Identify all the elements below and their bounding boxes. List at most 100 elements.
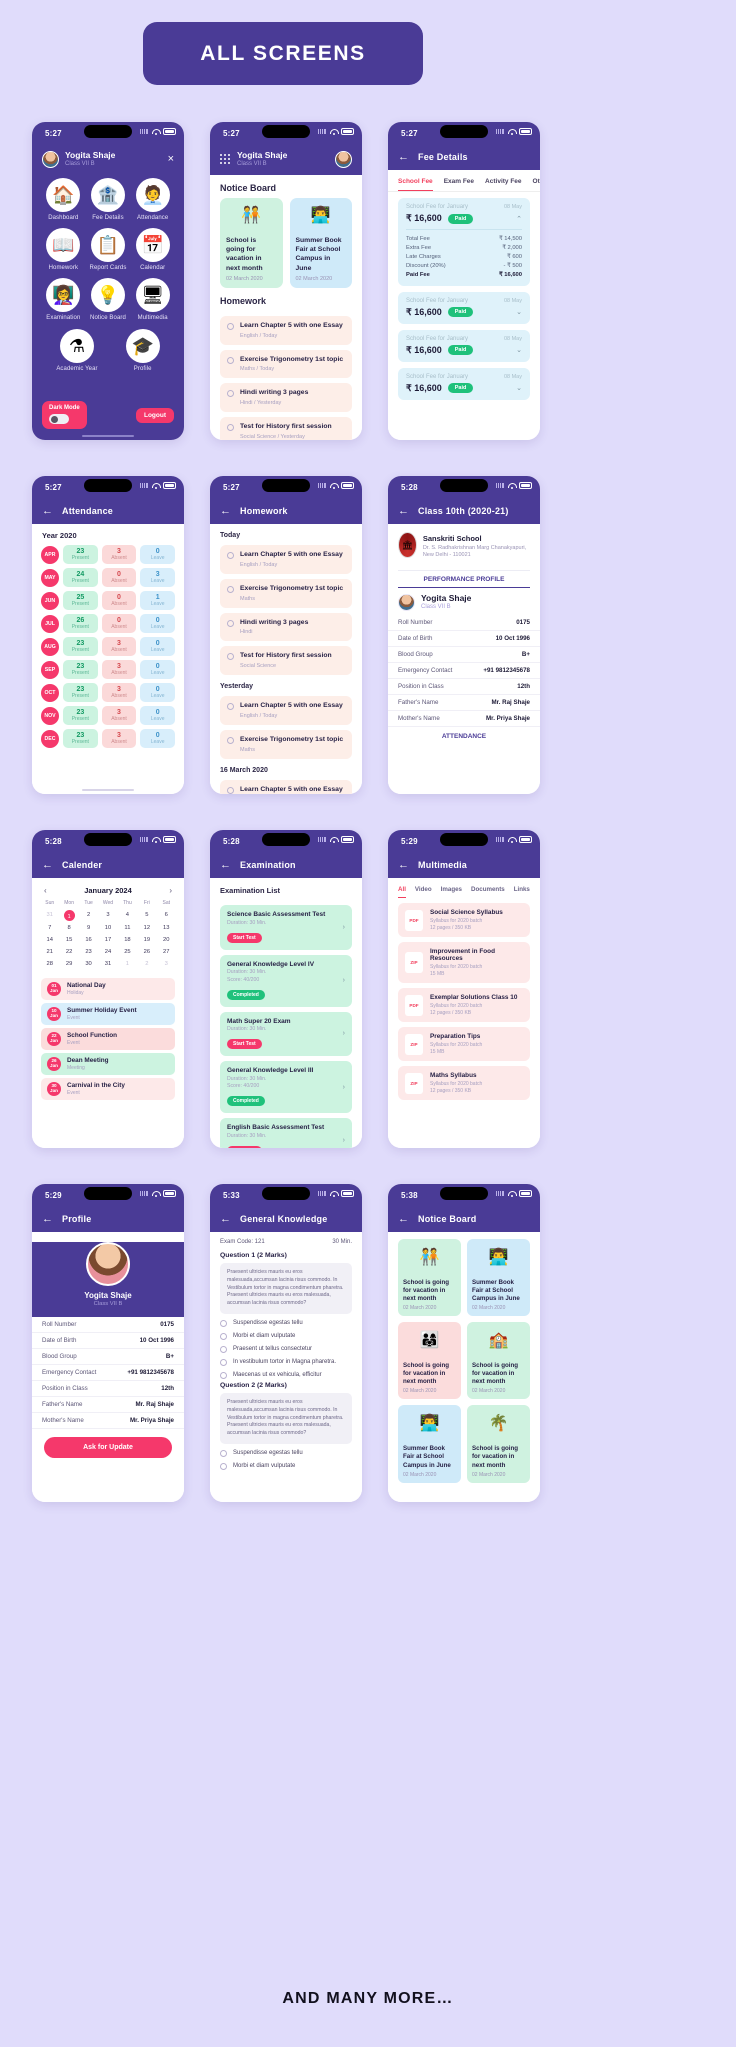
exam-card[interactable]: English Basic Assessment Test Duration: 3…	[220, 1118, 352, 1148]
notice-card[interactable]: 🧑‍🤝‍🧑 School is going for vacation in nex…	[398, 1239, 461, 1317]
chevron-up-icon[interactable]: ⌃	[516, 215, 522, 223]
calendar-day[interactable]: 31	[98, 959, 117, 969]
radio-icon[interactable]	[220, 1462, 227, 1470]
prev-month-button[interactable]: ‹	[44, 886, 47, 895]
option-row[interactable]: In vestibulum tortor in Magna pharetra.	[210, 1353, 362, 1366]
tab-images[interactable]: Images	[441, 886, 462, 898]
chevron-down-icon[interactable]: ⌄	[516, 346, 522, 354]
start-test-button[interactable]: Start Test	[227, 932, 262, 943]
back-icon[interactable]: ←	[220, 1213, 231, 1225]
back-icon[interactable]: ←	[42, 859, 53, 871]
radio-icon[interactable]	[227, 390, 234, 398]
media-item[interactable]: PDF Social Science Syllabus Syllabus for 2…	[398, 903, 530, 937]
event-row[interactable]: 01 Jan National Day Holiday	[41, 978, 175, 1000]
chevron-right-icon[interactable]: ›	[343, 1137, 345, 1144]
notice-card[interactable]: 🧑‍🤝‍🧑 School is going for vacation in ne…	[220, 198, 283, 288]
exam-card[interactable]: General Knowledge Level III Duration: 30 …	[220, 1061, 352, 1113]
media-item[interactable]: ZIP Preparation Tips Syllabus for 2020 bat…	[398, 1027, 530, 1061]
calendar-day[interactable]: 19	[137, 935, 156, 945]
back-icon[interactable]: ←	[42, 1213, 53, 1225]
tab-exam-fee[interactable]: Exam Fee	[444, 178, 474, 191]
calendar-day[interactable]: 30	[79, 959, 98, 969]
radio-icon[interactable]	[220, 1358, 227, 1366]
calendar-day[interactable]: 20	[157, 935, 176, 945]
homework-item[interactable]: Learn Chapter 5 with one EssayEnglish / …	[220, 315, 352, 345]
calendar-day[interactable]: 17	[98, 935, 117, 945]
homework-item[interactable]: Hindi writing 3 pages Hindi	[220, 612, 352, 642]
calendar-day[interactable]: 1	[118, 959, 137, 969]
dark-mode-toggle[interactable]: Dark Mode	[42, 401, 87, 429]
calendar-day[interactable]: 4	[118, 910, 137, 921]
radio-icon[interactable]	[227, 619, 234, 627]
fee-card[interactable]: School Fee for January 08 May ₹ 16,600 Pai…	[398, 291, 530, 324]
fee-card[interactable]: School Fee for January 08 May ₹ 16,600 Pa…	[398, 198, 530, 286]
start-test-button[interactable]: Start Test	[227, 1145, 262, 1148]
homework-item[interactable]: Test for History first session Social Sci…	[220, 417, 352, 440]
menu-item-homework[interactable]: 📖 Homework	[46, 228, 81, 271]
calendar-day[interactable]: 22	[59, 947, 78, 957]
close-icon[interactable]: ×	[168, 154, 174, 165]
chevron-down-icon[interactable]: ⌄	[516, 308, 522, 316]
calendar-day[interactable]: 29	[59, 959, 78, 969]
chevron-right-icon[interactable]: ›	[343, 924, 345, 931]
tab-activity-fee[interactable]: Activity Fee	[485, 178, 522, 191]
back-icon[interactable]: ←	[42, 505, 53, 517]
option-row[interactable]: Morbi et diam vulputate	[210, 1327, 362, 1340]
event-row[interactable]: 10 Jan Summer Holiday Event Event	[41, 1003, 175, 1025]
radio-icon[interactable]	[227, 786, 234, 794]
back-icon[interactable]: ←	[398, 859, 409, 871]
back-icon[interactable]: ←	[398, 151, 409, 163]
homework-item[interactable]: Learn Chapter 5 with one EssayEnglish / …	[220, 696, 352, 726]
calendar-day[interactable]: 27	[157, 947, 176, 957]
calendar-day[interactable]: 12	[137, 923, 156, 933]
calendar-day[interactable]: 13	[157, 923, 176, 933]
radio-icon[interactable]	[220, 1345, 227, 1353]
radio-icon[interactable]	[227, 552, 234, 559]
option-row[interactable]: Maecenas ut ex vehicula, efficitur	[210, 1366, 362, 1379]
menu-item-academic-year[interactable]: ⚗ Academic Year	[56, 329, 98, 372]
homework-item[interactable]: Exercise Trigonometry 1st topic Maths	[220, 578, 352, 608]
exam-card[interactable]: Math Super 20 Exam Duration: 30 Min. Start…	[220, 1011, 352, 1056]
media-item[interactable]: PDF Exemplar Solutions Class 10 Syllabus f…	[398, 988, 530, 1022]
calendar-day[interactable]: 21	[40, 947, 59, 957]
back-icon[interactable]: ←	[398, 505, 409, 517]
calendar-day[interactable]: 28	[40, 959, 59, 969]
radio-icon[interactable]	[227, 585, 234, 593]
menu-item-fee-details[interactable]: 🏦 Fee Details	[90, 178, 125, 221]
media-item[interactable]: ZIP Maths Syllabus Syllabus for 2020 batch…	[398, 1066, 530, 1100]
notice-card[interactable]: 🌴 School is going for vacation in next mo…	[467, 1405, 530, 1483]
homework-item[interactable]: Learn Chapter 5 with one EssayEnglish / …	[220, 545, 352, 574]
calendar-day[interactable]: 23	[79, 947, 98, 957]
chevron-right-icon[interactable]: ›	[343, 1030, 345, 1037]
calendar-day[interactable]: 7	[40, 923, 59, 933]
chevron-right-icon[interactable]: ›	[343, 1084, 345, 1091]
exam-card[interactable]: Science Basic Assessment Test Duration: 3…	[220, 905, 352, 950]
calendar-day[interactable]: 10	[98, 923, 117, 933]
fee-card[interactable]: School Fee for January 08 May ₹ 16,600 Pai…	[398, 329, 530, 362]
homework-item[interactable]: Hindi writing 3 pages Hindi / Yesterday	[220, 383, 352, 413]
media-item[interactable]: ZIP Improvement in Food Resources Syllabus…	[398, 942, 530, 983]
tab-school-fee[interactable]: School Fee	[398, 178, 433, 191]
menu-item-attendance[interactable]: 🧑‍💼 Attendance	[135, 178, 170, 221]
menu-item-calendar[interactable]: 📅 Calendar	[135, 228, 170, 271]
calendar-day[interactable]: 16	[79, 935, 98, 945]
radio-icon[interactable]	[227, 703, 234, 711]
next-month-button[interactable]: ›	[169, 886, 172, 895]
calendar-day[interactable]: 6	[157, 910, 176, 921]
start-test-button[interactable]: Start Test	[227, 1039, 262, 1049]
notice-card[interactable]: 👨‍💻 Summer Book Fair at School Campus in …	[398, 1405, 461, 1483]
logout-button[interactable]: Logout	[135, 407, 174, 423]
radio-icon[interactable]	[227, 322, 234, 330]
calendar-day[interactable]: 18	[118, 935, 137, 945]
back-icon[interactable]: ←	[220, 859, 231, 871]
option-row[interactable]: Praesent ut tellus consectetur	[210, 1340, 362, 1353]
option-row[interactable]: Suspendisse egestas tellu	[210, 1314, 362, 1327]
tab-links[interactable]: Links	[514, 886, 530, 898]
notice-card[interactable]: 👨‍👩‍👧 School is going for vacation in nex…	[398, 1322, 461, 1400]
homework-item[interactable]: Learn Chapter 5 with one EssayEnglish / …	[220, 779, 352, 794]
calendar-day-selected[interactable]: 1	[63, 910, 75, 921]
event-row[interactable]: 22 Jan School Function Event	[41, 1028, 175, 1050]
radio-icon[interactable]	[227, 424, 234, 432]
notice-card[interactable]: 👨‍💻 Summer Book Fair at School Campus in…	[289, 198, 352, 288]
calendar-day[interactable]: 11	[118, 923, 137, 933]
